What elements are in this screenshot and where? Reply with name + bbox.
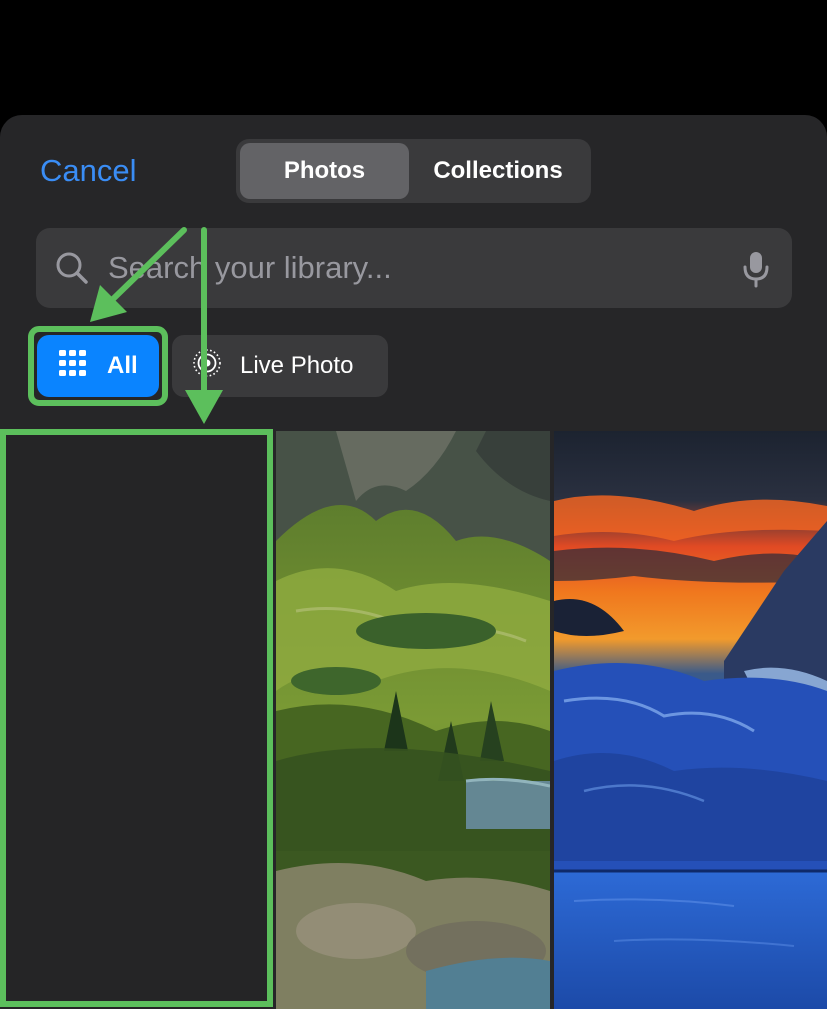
photo-tile-empty[interactable]	[0, 431, 272, 1009]
photo-tile-mountain-lake[interactable]	[276, 431, 550, 1009]
filter-all-button[interactable]: All	[37, 335, 159, 397]
live-photo-icon	[192, 348, 222, 385]
filter-live-photo-label: Live Photo	[240, 352, 354, 379]
microphone-icon[interactable]	[742, 250, 770, 293]
photo-tile-sunset-lake[interactable]	[554, 431, 827, 1009]
filter-live-photo-button[interactable]: Live Photo	[172, 335, 388, 397]
cancel-button[interactable]: Cancel	[40, 151, 137, 191]
tab-photos[interactable]: Photos	[240, 143, 409, 199]
segmented-control: Photos Collections	[236, 139, 591, 203]
search-icon	[54, 250, 90, 291]
filter-all-label: All	[107, 352, 138, 379]
search-bar[interactable]	[36, 228, 792, 308]
search-input[interactable]	[108, 228, 728, 308]
photo-picker-sheet: Cancel Photos Collections Search your li…	[0, 115, 827, 1009]
grid-icon	[59, 349, 87, 383]
tab-collections[interactable]: Collections	[409, 143, 587, 199]
photo-grid	[0, 431, 827, 1009]
